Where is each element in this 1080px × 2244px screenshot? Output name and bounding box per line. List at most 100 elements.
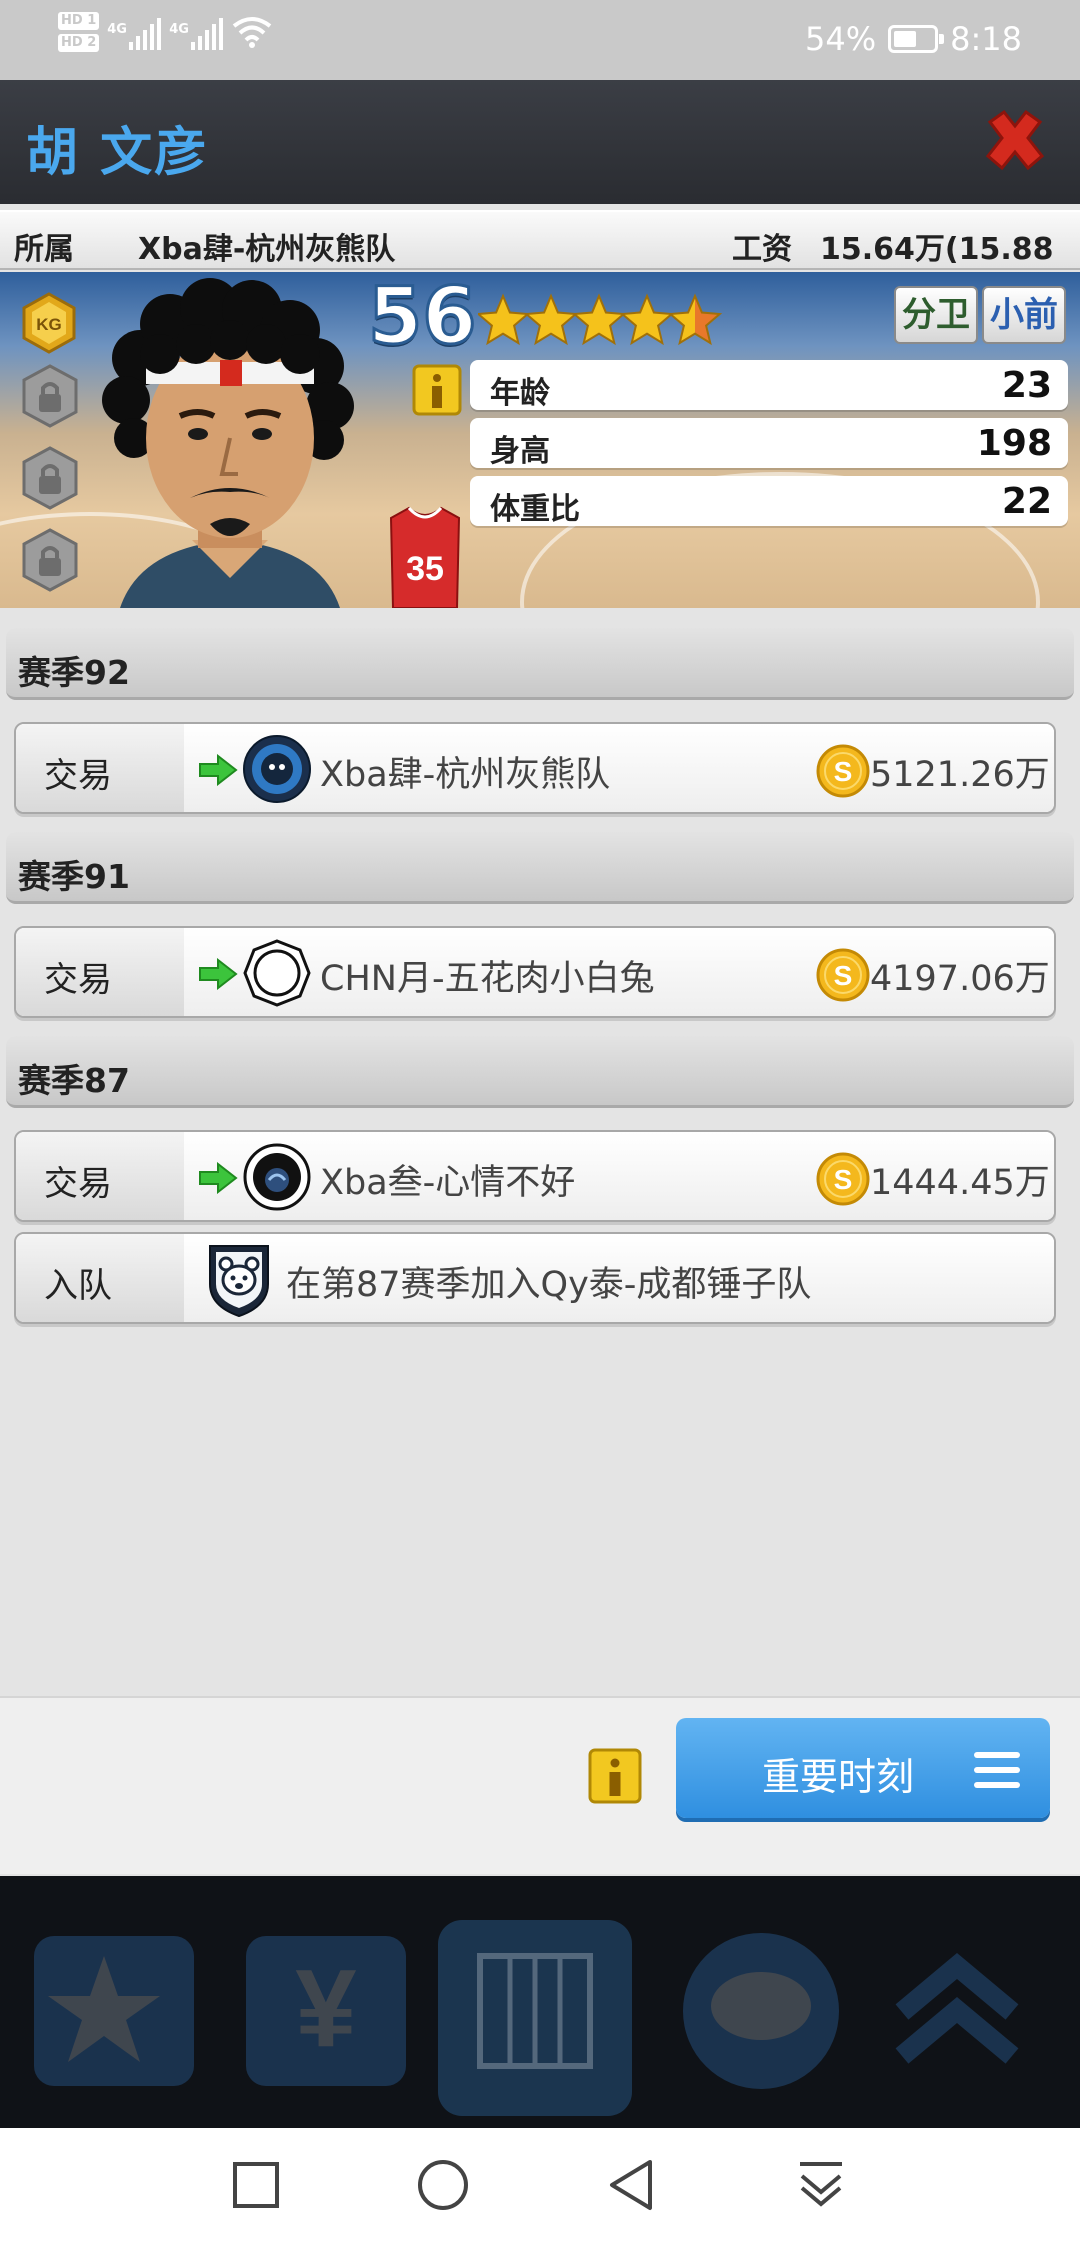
star-icon	[478, 293, 531, 346]
join-record[interactable]: 入队 在第87赛季加入Qy泰-成都锤子队	[14, 1232, 1056, 1324]
stat-value: 198	[976, 423, 1052, 464]
recent-apps-icon[interactable]	[232, 2156, 280, 2216]
sim-2-label: HD 2	[58, 34, 100, 52]
grizzlies-logo-icon	[243, 735, 311, 803]
nav-item-expand[interactable]	[862, 1916, 1052, 2096]
trade-record[interactable]: 交易 CHN月-五花肉小白兔 S 4197.06万	[14, 926, 1056, 1018]
team-name: Xba肆-杭州灰熊队	[320, 755, 611, 795]
jersey-number: 35	[406, 550, 444, 588]
star-icon	[34, 1936, 194, 2086]
nav-item-finance[interactable]: ¥	[236, 1916, 426, 2096]
nav-item-star[interactable]	[24, 1916, 214, 2096]
game-bottom-nav: ¥	[0, 1876, 1080, 2128]
season-header: 赛季91	[6, 832, 1074, 904]
join-description: 在第87赛季加入Qy泰-成都锤子队	[286, 1265, 812, 1305]
menu-icon	[974, 1752, 1020, 1788]
record-body: Xba叁-心情不好 S 1444.45万	[184, 1132, 1054, 1220]
network-2-label: 4G	[169, 22, 189, 37]
kg-badge-icon: KG	[22, 292, 76, 354]
star-rating	[478, 293, 723, 346]
svg-text:S: S	[834, 960, 853, 991]
signal-2-icon: 4G	[169, 14, 224, 50]
stat-label: 身高	[490, 434, 550, 469]
jersey-icon: 35	[389, 506, 461, 608]
star-icon	[523, 293, 579, 346]
star-icon	[667, 293, 723, 346]
double-chevron-up-icon	[895, 1952, 1019, 2064]
battery-icon	[888, 25, 945, 53]
affiliation-label: 所属	[14, 232, 74, 267]
transfer-fee: 5121.26万	[870, 755, 1050, 795]
record-type: 交易	[16, 1132, 184, 1220]
record-body: CHN月-五花肉小白兔 S 4197.06万	[184, 928, 1054, 1016]
battery-fill	[894, 31, 917, 47]
trade-record[interactable]: 交易 Xba肆-杭州灰熊队 S 5121.26万	[14, 722, 1056, 814]
info-icon[interactable]	[588, 1748, 642, 1804]
chat-icon	[683, 1933, 839, 2089]
yen-icon: ¥	[246, 1936, 406, 2086]
notification-pull-down-icon[interactable]	[796, 2156, 846, 2216]
home-icon[interactable]	[416, 2156, 470, 2216]
key-moments-button[interactable]: 重要时刻	[676, 1718, 1050, 1818]
player-card: KG 35 56 分卫 小前 年龄 23 身高 198 体重比 22	[0, 272, 1080, 608]
wifi-icon	[233, 17, 272, 48]
stat-value: 23	[1001, 365, 1052, 406]
status-left: HD 1 HD 2 4G 4G	[58, 12, 273, 52]
position-tag: 分卫	[894, 286, 978, 344]
kg-badge-label: KG	[36, 315, 62, 334]
team-name: Xba肆-杭州灰熊队	[138, 232, 396, 267]
season-header: 赛季92	[6, 628, 1074, 700]
player-rating: 56	[367, 272, 479, 364]
svg-text:S: S	[834, 756, 853, 787]
salary-label: 工资	[732, 232, 792, 267]
record-type: 交易	[16, 724, 184, 812]
lock-icon	[22, 528, 78, 592]
stat-row-height: 身高 198	[470, 418, 1068, 469]
stat-label: 体重比	[490, 492, 580, 527]
team-name: CHN月-五花肉小白兔	[320, 959, 655, 999]
transfer-arrow-icon	[199, 958, 238, 990]
status-bar: HD 1 HD 2 4G 4G 54% 8:18	[0, 0, 1080, 80]
stat-row-age: 年龄 23	[470, 360, 1068, 411]
coin-icon: S	[816, 1152, 870, 1206]
svg-text:S: S	[834, 1164, 853, 1195]
back-icon[interactable]	[606, 2156, 656, 2216]
position-tag: 小前	[982, 286, 1066, 344]
record-type: 入队	[16, 1234, 184, 1322]
season-header: 赛季87	[6, 1036, 1074, 1108]
star-icon	[571, 293, 627, 346]
player-avatar	[102, 278, 354, 608]
close-icon[interactable]	[980, 106, 1050, 176]
lock-icon	[22, 364, 78, 428]
arena-icon	[477, 1953, 593, 2069]
affiliation-bar: 所属 Xba肆-杭州灰熊队 工资 15.64万(15.88万)	[0, 210, 1080, 311]
sim-1-label: HD 1	[58, 12, 100, 30]
trade-record[interactable]: 交易 Xba叁-心情不好 S 1444.45万	[14, 1130, 1056, 1222]
lock-icon	[22, 446, 78, 510]
record-type: 交易	[16, 928, 184, 1016]
record-body: Xba肆-杭州灰熊队 S 5121.26万	[184, 724, 1054, 812]
action-bar: 重要时刻	[0, 1696, 1080, 1874]
svg-text:¥: ¥	[295, 1947, 356, 2070]
stat-row-weight-ratio: 体重比 22	[470, 476, 1068, 527]
team-logo-icon	[243, 1143, 311, 1211]
nav-item-arena[interactable]	[440, 1916, 630, 2096]
network-1-label: 4G	[107, 22, 127, 37]
sim-indicators: HD 1 HD 2	[58, 12, 100, 52]
nav-item-chat[interactable]	[666, 1916, 856, 2096]
star-icon	[619, 293, 675, 346]
team-logo-icon	[243, 939, 311, 1007]
status-right: 54% 8:18	[805, 20, 1022, 58]
key-moments-label: 重要时刻	[762, 1755, 915, 1799]
player-name: 胡 文彦	[26, 123, 209, 183]
coin-icon: S	[816, 948, 870, 1002]
stat-value: 22	[1001, 481, 1052, 522]
transfer-arrow-icon	[199, 754, 238, 786]
bear-shield-logo-icon	[209, 1245, 269, 1318]
info-icon[interactable]	[412, 364, 462, 416]
system-nav-bar	[0, 2128, 1080, 2244]
dialog-header: 胡 文彦	[0, 80, 1080, 204]
clock: 8:18	[950, 20, 1022, 58]
stat-label: 年龄	[490, 376, 550, 411]
transfer-fee: 1444.45万	[870, 1163, 1050, 1203]
